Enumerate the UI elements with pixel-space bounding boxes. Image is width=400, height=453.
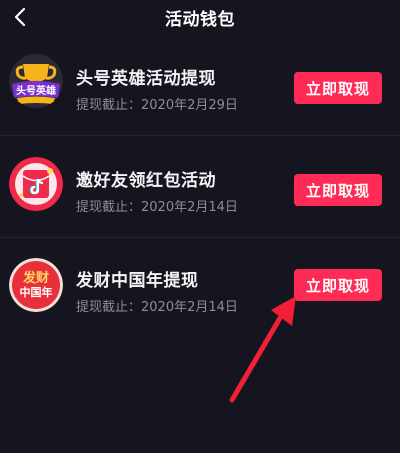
activity-deadline: 提现截止：2020年2月29日 [76, 98, 238, 113]
activity-deadline: 提现截止：2020年2月14日 [76, 200, 238, 215]
activity-row-new-year: 发财 中国年 发财中国年提现 提现截止：2020年2月14日 立即取现 [0, 238, 400, 339]
svg-text:中国年: 中国年 [20, 285, 53, 299]
activity-title: 发财中国年提现 [76, 271, 199, 291]
activity-deadline: 提现截止：2020年2月14日 [76, 300, 238, 315]
top-bar: 活动钱包 [0, 0, 400, 34]
claim-button-invite[interactable]: 立即取现 [294, 174, 382, 206]
tiktok-red-envelope-icon [9, 157, 63, 211]
claim-button-new-year[interactable]: 立即取现 [294, 269, 382, 301]
claim-button-hero[interactable]: 立即取现 [294, 72, 382, 104]
trophy-hero-icon: 头号英雄 [9, 54, 63, 108]
activity-list: 头号英雄 头号英雄活动提现 提现截止：2020年2月29日 立即取现 邀好友领红… [0, 34, 400, 339]
activity-row-invite: 邀好友领红包活动 提现截止：2020年2月14日 立即取现 [0, 136, 400, 238]
activity-title: 邀好友领红包活动 [76, 171, 216, 191]
page-title: 活动钱包 [165, 10, 235, 30]
svg-text:发财: 发财 [22, 270, 49, 286]
chinese-new-year-fortune-icon: 发财 中国年 [9, 258, 63, 312]
activity-row-hero: 头号英雄 头号英雄活动提现 提现截止：2020年2月29日 立即取现 [0, 34, 400, 136]
activity-title: 头号英雄活动提现 [76, 69, 216, 89]
svg-text:头号英雄: 头号英雄 [16, 84, 56, 97]
